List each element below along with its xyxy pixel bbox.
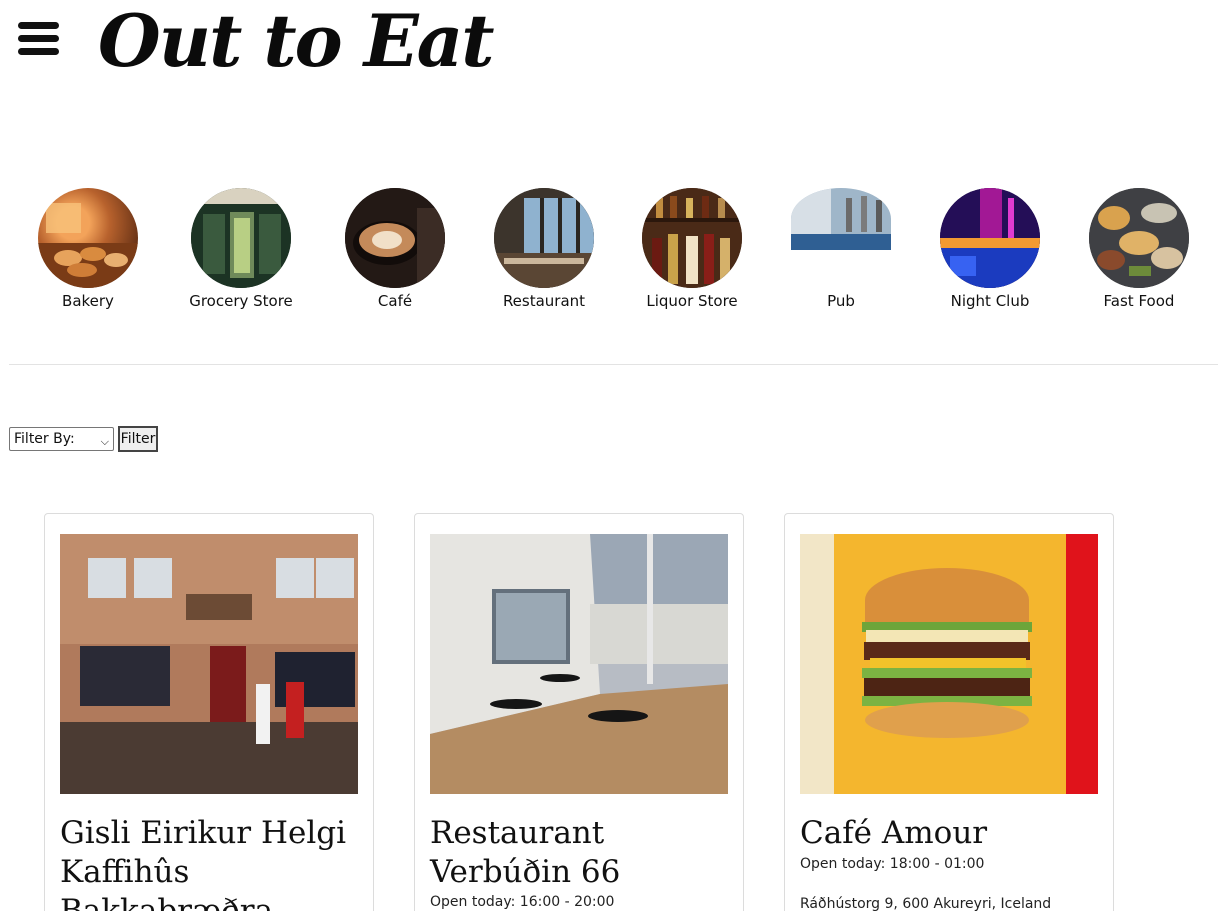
- night-club-illustration: [940, 188, 1040, 288]
- category-label: Café: [377, 292, 413, 310]
- filter-select-value: Filter By:: [14, 431, 75, 447]
- liquor-store-illustration: [642, 188, 742, 288]
- card-photo: [430, 534, 728, 794]
- card-photo: [800, 534, 1098, 794]
- category-restaurant[interactable]: Restaurant: [474, 188, 614, 310]
- night-club-photo: [940, 188, 1040, 288]
- filter-select[interactable]: Filter By: ⌵: [9, 427, 114, 451]
- restaurant-illustration: [494, 188, 594, 288]
- restaurant-card[interactable]: Restaurant Verbúðin 66 Open today: 16:00…: [414, 513, 744, 911]
- category-cafe[interactable]: Café: [325, 188, 465, 310]
- cafe-photo: [345, 188, 445, 288]
- card-photo: [60, 534, 358, 794]
- category-label: Bakery: [62, 292, 114, 310]
- menu-bar: [18, 48, 59, 55]
- fast-food-illustration: [1089, 188, 1189, 288]
- category-grocery-store[interactable]: Grocery Store: [171, 188, 311, 310]
- card-title[interactable]: Restaurant Verbúðin 66: [430, 814, 730, 892]
- category-label: Grocery Store: [189, 292, 293, 310]
- bakery-photo: [38, 188, 138, 288]
- card-hours: Open today: 18:00 - 01:00: [800, 856, 985, 872]
- restaurant-photo: [494, 188, 594, 288]
- liquor-store-photo: [642, 188, 742, 288]
- category-pub[interactable]: Pub: [771, 188, 911, 310]
- restaurant-card[interactable]: Café Amour Open today: 18:00 - 01:00 Ráð…: [784, 513, 1114, 911]
- restaurant-card[interactable]: Gisli Eirikur Helgi Kaffihûs Bakkabræðra: [44, 513, 374, 911]
- card-title[interactable]: Café Amour: [800, 814, 1100, 853]
- card-title[interactable]: Gisli Eirikur Helgi Kaffihûs Bakkabræðra: [60, 814, 360, 911]
- category-label: Fast Food: [1103, 292, 1175, 310]
- pub-photo: [791, 188, 891, 250]
- burger-illustration: [800, 534, 1098, 794]
- category-label: Night Club: [950, 292, 1030, 310]
- pub-illustration: [791, 188, 891, 250]
- divider: [9, 364, 1218, 365]
- category-label: Pub: [827, 292, 855, 310]
- category-liquor-store[interactable]: Liquor Store: [622, 188, 762, 310]
- site-logo[interactable]: Out to Eat: [98, 0, 495, 83]
- cafe-illustration: [345, 188, 445, 288]
- category-fast-food[interactable]: Fast Food: [1069, 188, 1209, 310]
- category-night-club[interactable]: Night Club: [920, 188, 1060, 310]
- hamburger-menu-icon[interactable]: [18, 20, 60, 58]
- grocery-store-photo: [191, 188, 291, 288]
- bakery-illustration: [38, 203, 138, 288]
- card-hours: Open today: 16:00 - 20:00: [430, 894, 615, 910]
- category-bar: Bakery Grocery Store Café Restaurant Liq…: [0, 188, 1219, 318]
- card-address: Ráðhústorg 9, 600 Akureyri, Iceland: [800, 896, 1052, 911]
- category-bakery[interactable]: Bakery: [18, 188, 158, 310]
- fast-food-photo: [1089, 188, 1189, 288]
- filter-button[interactable]: Filter: [118, 426, 158, 452]
- category-label: Liquor Store: [646, 292, 738, 310]
- cafe-building-illustration: [60, 534, 358, 794]
- menu-bar: [18, 22, 59, 29]
- category-label: Restaurant: [502, 292, 586, 310]
- grocery-store-illustration: [191, 188, 291, 288]
- menu-bar: [18, 35, 59, 42]
- patio-illustration: [430, 534, 728, 794]
- chevron-down-icon: ⌵: [100, 435, 109, 448]
